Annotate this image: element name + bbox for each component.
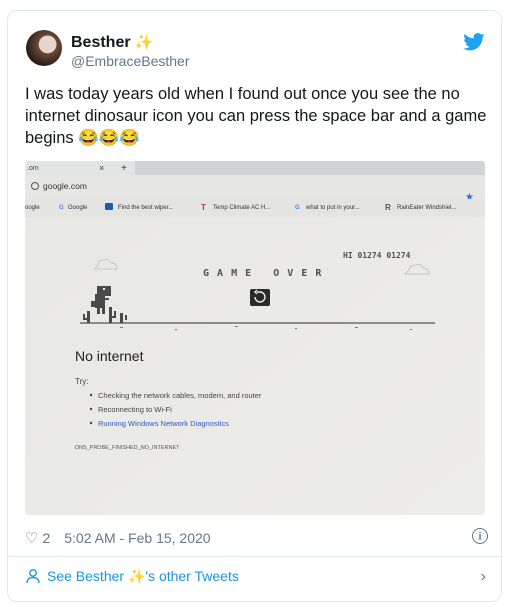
tab-label[interactable]: .om bbox=[27, 165, 39, 172]
heart-icon[interactable]: ♡ bbox=[25, 529, 38, 547]
other-tweets-link[interactable]: See Besther ✨'s other Tweets › bbox=[25, 565, 488, 587]
footer-suffix[interactable]: 's other Tweets bbox=[145, 568, 238, 584]
author-name-text[interactable]: Besther bbox=[71, 34, 131, 51]
suggestion-0: Checking the network cables, modem, and … bbox=[98, 391, 262, 400]
game-over-text: G A M E O V E R bbox=[203, 268, 322, 279]
suggestion-1: Reconnecting to Wi-Fi bbox=[98, 405, 172, 414]
bookmark-5[interactable]: RainEater Windshiel... bbox=[397, 205, 457, 211]
google-g-icon-2: G bbox=[295, 205, 300, 211]
error-code: DNS_PROBE_FINISHED_NO_INTERNET bbox=[75, 445, 180, 451]
no-internet-title: No internet bbox=[75, 348, 144, 364]
timestamp[interactable]: 5:02 AM - Feb 15, 2020 bbox=[64, 530, 210, 546]
sparkle-emoji: ✨ bbox=[134, 34, 154, 51]
google-g-icon: G bbox=[59, 205, 64, 211]
bookmark-2[interactable]: Find the best wiper... bbox=[118, 205, 174, 211]
chevron-right-icon[interactable]: › bbox=[481, 568, 486, 586]
avatar[interactable] bbox=[26, 30, 62, 66]
bookmark-icon-5: R bbox=[385, 203, 391, 212]
bookmark-icon-2 bbox=[105, 203, 113, 210]
bookmark-4[interactable]: what to put in your... bbox=[305, 205, 360, 211]
divider bbox=[8, 556, 501, 557]
tweet-meta: ♡ 2 5:02 AM - Feb 15, 2020 i bbox=[25, 527, 488, 549]
bookmark-0[interactable]: oogle bbox=[25, 205, 40, 211]
photo-screen: .om × + google.com ★ oogle G Google Find… bbox=[25, 161, 485, 515]
author-name[interactable]: Besther ✨ bbox=[71, 33, 153, 52]
author-handle[interactable]: @EmbraceBesther bbox=[71, 53, 189, 69]
new-tab-icon[interactable]: + bbox=[121, 163, 127, 174]
diagnostics-link[interactable]: Running Windows Network Diagnostics bbox=[98, 419, 229, 428]
person-icon bbox=[26, 569, 40, 584]
bookmark-3[interactable]: Temp Climate AC H... bbox=[213, 205, 271, 211]
tweet-card: Besther ✨ @EmbraceBesther I was today yea… bbox=[7, 10, 502, 602]
footer-sparkle: ✨ bbox=[127, 567, 146, 584]
try-label: Try: bbox=[75, 377, 88, 386]
url-text[interactable]: google.com bbox=[43, 181, 87, 191]
tweet-text: I was today years old when I found out o… bbox=[25, 85, 487, 147]
tab-close-icon[interactable]: × bbox=[99, 163, 104, 173]
restart-icon[interactable] bbox=[250, 289, 270, 306]
hi-score: HI 01274 01274 bbox=[343, 251, 411, 260]
bookmark-icon-3: T bbox=[201, 203, 206, 212]
footer-prefix[interactable]: See Besther bbox=[47, 568, 128, 584]
bookmark-1[interactable]: Google bbox=[68, 205, 88, 211]
like-count[interactable]: 2 bbox=[42, 530, 50, 546]
info-icon[interactable]: i bbox=[472, 528, 488, 544]
tweet-photo[interactable]: .om × + google.com ★ oogle G Google Find… bbox=[25, 161, 485, 515]
twitter-bird-icon[interactable] bbox=[463, 33, 485, 51]
